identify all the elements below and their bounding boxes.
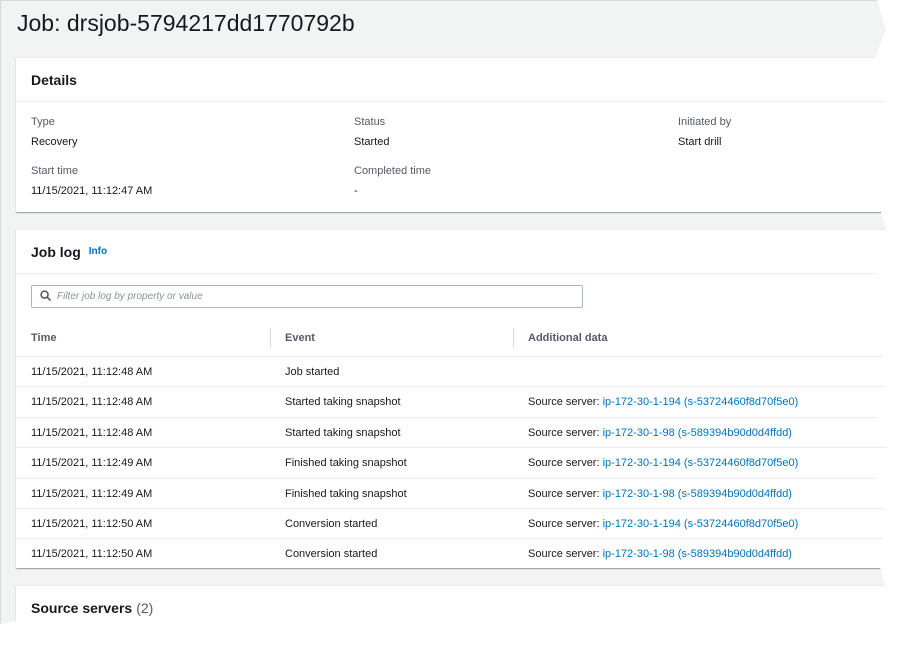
row-time: 11/15/2021, 11:12:48 AM	[31, 396, 153, 409]
type-value: Recovery	[31, 136, 78, 148]
source-server-link[interactable]: ip-172-30-1-194 (s-53724460f8d70f5e0)	[603, 518, 799, 530]
source-server-label: Source server:	[528, 457, 603, 470]
row-time: 11/15/2021, 11:12:48 AM	[31, 426, 153, 439]
row-event: Conversion started	[285, 548, 378, 561]
table-row: 11/15/2021, 11:12:49 AM Finished taking …	[16, 448, 889, 479]
row-additional-data: Source server: ip-172-30-1-194 (s-537244…	[528, 518, 798, 530]
table-row: 11/15/2021, 11:12:48 AM Started taking s…	[16, 418, 889, 449]
table-row: 11/15/2021, 11:12:48 AM Job started	[16, 357, 889, 388]
source-server-label: Source server:	[528, 396, 603, 409]
start-time-value: 11/15/2021, 11:12:47 AM	[31, 185, 153, 197]
row-event: Job started	[285, 366, 340, 378]
row-time: 11/15/2021, 11:12:49 AM	[31, 457, 153, 470]
job-log-search[interactable]	[31, 285, 583, 308]
start-time-field: Start time 11/15/2021, 11:12:47 AM	[31, 165, 152, 197]
source-server-link[interactable]: ip-172-30-1-98 (s-589394b90d0d4ffdd)	[603, 548, 792, 560]
details-title: Details	[31, 71, 77, 88]
column-header-event[interactable]: Event	[285, 332, 315, 344]
table-row: 11/15/2021, 11:12:50 AM Conversion start…	[16, 509, 889, 540]
row-event: Started taking snapshot	[285, 396, 401, 409]
source-server-link[interactable]: ip-172-30-1-98 (s-589394b90d0d4ffdd)	[603, 488, 792, 500]
completed-time-value: -	[354, 185, 358, 197]
initiated-by-value: Start drill	[678, 136, 722, 148]
row-event: Conversion started	[285, 517, 378, 530]
completed-time-label: Completed time	[354, 165, 432, 177]
search-input[interactable]	[57, 291, 557, 302]
completed-time-field: Completed time -	[354, 165, 431, 197]
details-header: Details	[16, 58, 889, 102]
source-server-label: Source server:	[528, 517, 603, 530]
source-server-link[interactable]: ip-172-30-1-98 (s-589394b90d0d4ffdd)	[603, 427, 792, 439]
row-event: Started taking snapshot	[285, 426, 401, 439]
source-server-label: Source server:	[528, 548, 603, 561]
info-link[interactable]: Info	[89, 246, 107, 257]
source-server-label: Source server:	[528, 487, 603, 500]
page: Job: drsjob-5794217dd1770792b Details Ty…	[0, 0, 889, 628]
row-additional-data: Source server: ip-172-30-1-98 (s-589394b…	[528, 548, 792, 560]
table-row: 11/15/2021, 11:12:50 AM Conversion start…	[16, 539, 889, 569]
source-server-link[interactable]: ip-172-30-1-194 (s-53724460f8d70f5e0)	[603, 396, 799, 408]
search-icon	[40, 288, 51, 306]
source-servers-count: (2)	[136, 599, 154, 616]
source-servers-title: Source servers	[31, 599, 133, 616]
row-additional-data: Source server: ip-172-30-1-98 (s-589394b…	[528, 488, 792, 500]
type-field: Type Recovery	[31, 116, 77, 148]
type-label: Type	[31, 116, 55, 128]
details-panel: Details Type Recovery Status Started Ini…	[16, 57, 889, 212]
table-row: 11/15/2021, 11:12:49 AM Finished taking …	[16, 479, 889, 509]
status-field: Status Started	[354, 116, 389, 148]
start-time-label: Start time	[31, 165, 79, 177]
row-time: 11/15/2021, 11:12:50 AM	[31, 517, 153, 530]
table-header: Time Event Additional data	[16, 320, 889, 357]
job-log-table: Time Event Additional data 11/15/2021, 1…	[16, 320, 889, 570]
table-row: 11/15/2021, 11:12:48 AM Started taking s…	[16, 387, 889, 418]
job-log-title: Job log	[31, 243, 81, 260]
job-log-header: Job log Info	[16, 230, 889, 274]
source-server-label: Source server:	[528, 426, 603, 439]
row-additional-data: Source server: ip-172-30-1-98 (s-589394b…	[528, 427, 792, 439]
column-header-additional-data[interactable]: Additional data	[528, 332, 607, 344]
source-server-link[interactable]: ip-172-30-1-194 (s-53724460f8d70f5e0)	[603, 457, 799, 469]
initiated-by-label: Initiated by	[678, 116, 732, 128]
column-divider[interactable]	[270, 328, 271, 348]
column-header-time[interactable]: Time	[31, 332, 56, 344]
status-value: Started	[354, 136, 390, 148]
column-divider[interactable]	[513, 328, 514, 348]
row-time: 11/15/2021, 11:12:49 AM	[31, 487, 153, 500]
row-time: 11/15/2021, 11:12:50 AM	[31, 548, 153, 561]
row-event: Finished taking snapshot	[285, 487, 407, 500]
row-time: 11/15/2021, 11:12:48 AM	[31, 366, 153, 378]
job-log-panel: Job log Info Time Event Additional data	[16, 229, 889, 570]
page-title: Job: drsjob-5794217dd1770792b	[17, 10, 355, 36]
row-additional-data: Source server: ip-172-30-1-194 (s-537244…	[528, 457, 798, 469]
source-servers-panel: Source servers (2)	[16, 585, 889, 628]
row-additional-data: Source server: ip-172-30-1-194 (s-537244…	[528, 396, 798, 408]
initiated-by-field: Initiated by Start drill	[678, 116, 731, 148]
status-label: Status	[354, 116, 386, 128]
row-event: Finished taking snapshot	[285, 457, 407, 470]
source-servers-header: Source servers (2)	[16, 586, 889, 628]
